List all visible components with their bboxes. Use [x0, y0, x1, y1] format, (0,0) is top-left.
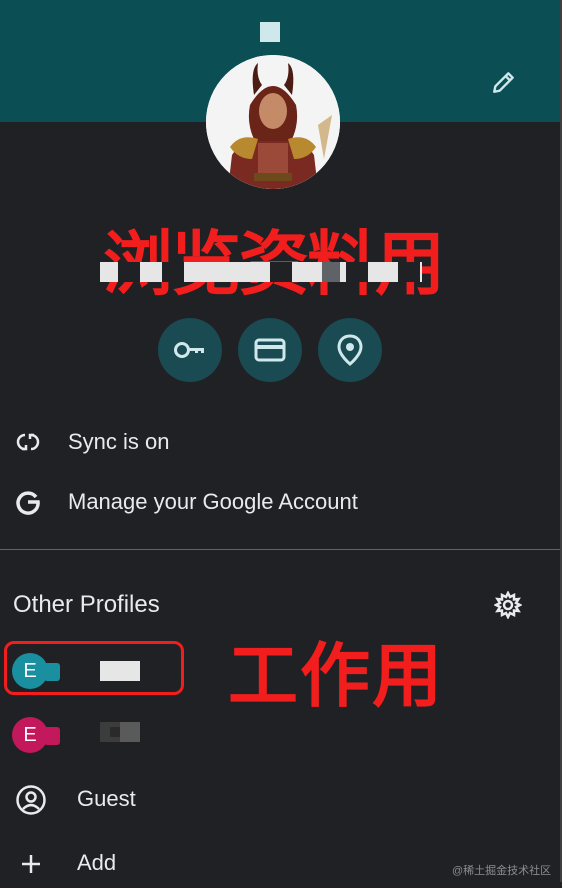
location-pin-icon [337, 334, 363, 366]
add-label: Add [77, 850, 117, 875]
plus-icon [14, 847, 48, 881]
manage-account-label: Manage your Google Account [68, 489, 358, 514]
credit-card-icon [254, 338, 286, 362]
guest-label: Guest [77, 786, 136, 811]
work-annotation: 工作用 [228, 635, 444, 717]
profile-item-browse[interactable]: E [0, 710, 560, 760]
guest-profile-item[interactable]: Guest [0, 774, 560, 824]
key-icon [174, 342, 204, 358]
google-g-icon [14, 488, 42, 516]
work-profile-highlight [4, 641, 184, 695]
sync-icon [14, 428, 42, 456]
profile-avatar[interactable] [206, 55, 340, 189]
account-circle-icon [14, 783, 48, 817]
addresses-button[interactable] [318, 318, 382, 382]
redacted-profile-name [100, 722, 140, 742]
profile-avatar-browse: E [12, 717, 48, 753]
header-placeholder [260, 22, 280, 42]
payment-methods-button[interactable] [238, 318, 302, 382]
pencil-icon [493, 72, 514, 93]
gear-icon [494, 591, 522, 619]
redacted-name [100, 262, 422, 282]
sync-label: Sync is on [68, 429, 170, 454]
watermark: @稀土掘金技术社区 [452, 865, 552, 877]
profile-annotation: 浏览资料用 [103, 208, 445, 309]
profile-badge-icon [44, 727, 60, 745]
section-divider [0, 549, 560, 550]
passwords-button[interactable] [158, 318, 222, 382]
warrior-avatar-image [206, 55, 340, 189]
edit-profile-button[interactable] [486, 64, 522, 100]
sync-status-item[interactable]: Sync is on [0, 414, 560, 470]
other-profiles-title: Other Profiles [13, 591, 160, 618]
manage-google-account-item[interactable]: Manage your Google Account [0, 474, 560, 530]
manage-profiles-button[interactable] [492, 589, 524, 621]
